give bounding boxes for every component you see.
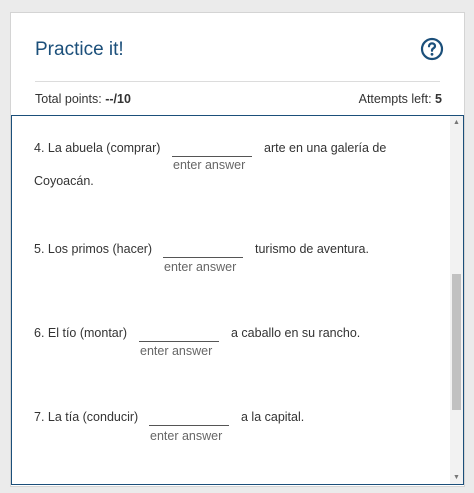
questions-scroll-area[interactable]: 4. La abuela (comprar) enter answer arte…: [11, 115, 464, 485]
answer-input-4[interactable]: [172, 140, 252, 157]
question-suffix: a caballo en su rancho.: [231, 326, 361, 340]
help-circle-icon[interactable]: [420, 37, 444, 61]
card-title: Practice it!: [35, 39, 124, 60]
total-points: Total points: --/10: [35, 92, 131, 106]
practice-card: Practice it! Total points: --/10 Attempt…: [10, 12, 465, 487]
question-suffix: arte en una galería de: [264, 141, 387, 155]
points-label: Total points:: [35, 92, 102, 106]
answer-placeholder: enter answer: [140, 344, 213, 358]
question-prefix: 5. Los primos (hacer): [34, 242, 153, 256]
question-suffix: turismo de aventura.: [255, 242, 369, 256]
question-suffix: a la capital.: [241, 410, 305, 424]
answer-placeholder: enter answer: [164, 260, 237, 274]
attempts-label: Attempts left:: [358, 92, 432, 106]
answer-input-7[interactable]: [149, 409, 229, 426]
scrollbar-thumb[interactable]: [452, 274, 461, 410]
points-value: --/10: [105, 92, 131, 106]
triangle-up-icon[interactable]: ▲: [450, 116, 463, 129]
card-header: Practice it!: [11, 13, 464, 83]
answer-placeholder: enter answer: [173, 158, 246, 172]
attempts-value: 5: [435, 92, 442, 106]
question-prefix: 4. La abuela (comprar): [34, 141, 161, 155]
question-prefix: 7. La tía (conducir): [34, 410, 139, 424]
answer-input-5[interactable]: [163, 241, 243, 258]
answer-input-6[interactable]: [139, 325, 219, 342]
triangle-down-icon[interactable]: ▼: [450, 471, 463, 484]
header-divider: [35, 81, 440, 82]
question-prefix: 6. El tío (montar): [34, 326, 128, 340]
vertical-scrollbar[interactable]: ▲ ▼: [450, 116, 463, 484]
questions-list: 4. La abuela (comprar) enter answer arte…: [12, 116, 452, 484]
attempts-left: Attempts left: 5: [359, 92, 442, 106]
answer-placeholder: enter answer: [150, 429, 223, 443]
question-continuation: Coyoacán.: [34, 174, 94, 188]
